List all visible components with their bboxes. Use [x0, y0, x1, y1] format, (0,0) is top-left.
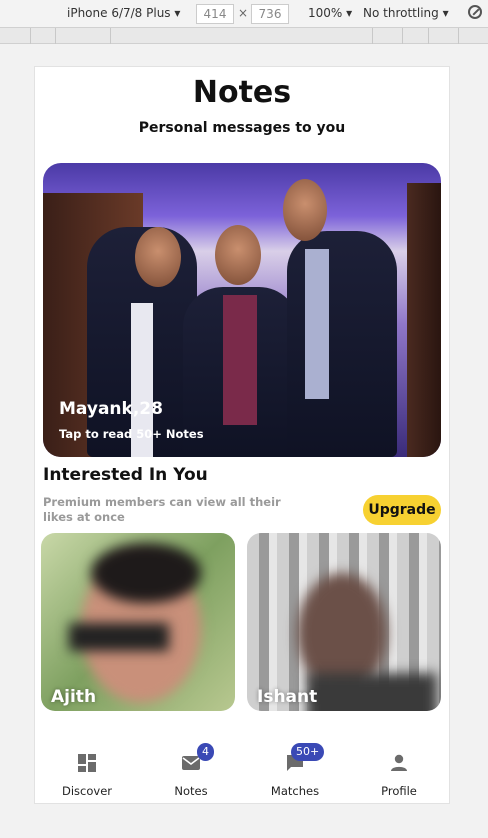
zoom-value: 100%	[308, 6, 343, 20]
blurred-shirt	[307, 673, 437, 711]
nav-label: Matches	[270, 784, 320, 798]
hero-head-right	[283, 179, 327, 241]
upgrade-button[interactable]: Upgrade	[363, 495, 441, 525]
width-input[interactable]: 414	[196, 4, 234, 24]
like-card-name: Ajith	[51, 687, 97, 707]
hero-wall-right	[407, 183, 441, 457]
nav-profile[interactable]: Profile	[347, 743, 449, 803]
media-query-ruler	[0, 28, 488, 44]
featured-profile-card[interactable]: Mayank,28 Tap to read 50+ Notes	[43, 163, 441, 457]
interested-title: Interested In You	[43, 465, 208, 485]
matches-badge: 50+	[291, 743, 325, 761]
rotate-icon[interactable]	[468, 5, 482, 19]
nav-discover[interactable]: Discover	[35, 743, 139, 803]
nav-label: Notes	[174, 784, 208, 798]
page-subtitle: Personal messages to you	[138, 120, 346, 136]
throttling-value: No throttling	[363, 6, 439, 20]
nav-matches[interactable]: 50+ Matches	[243, 743, 347, 803]
times-icon: ×	[238, 6, 249, 20]
hero-person-right	[287, 231, 397, 457]
nav-notes[interactable]: 4 Notes	[139, 743, 243, 803]
like-card-ajith[interactable]: Ajith	[41, 533, 235, 711]
hero-shirt-middle	[223, 295, 257, 425]
hero-head-left	[135, 227, 181, 287]
blurred-hair	[91, 543, 201, 603]
page-title: Notes	[192, 75, 292, 110]
phone-viewport: Notes Personal messages to you Mayank,28…	[34, 66, 450, 804]
height-input[interactable]: 736	[251, 4, 289, 24]
devtools-toolbar: iPhone 6/7/8 Plus ▾ 414 × 736 100% ▾ No …	[0, 0, 488, 28]
featured-name: Mayank,28	[59, 399, 163, 419]
like-card-ishant[interactable]: Ishant	[247, 533, 441, 711]
person-icon	[391, 754, 407, 771]
zoom-select[interactable]: 100% ▾	[308, 6, 352, 20]
device-select[interactable]: iPhone 6/7/8 Plus ▾	[67, 6, 180, 20]
nav-label: Profile	[381, 784, 417, 798]
like-card-name: Ishant	[257, 687, 318, 707]
hero-shirt-right	[305, 249, 329, 399]
bottom-nav: Discover 4 Notes 50+ Matches Profile	[35, 743, 449, 803]
blurred-glasses	[69, 623, 169, 651]
interested-subtitle: Premium members can view all their likes…	[43, 495, 281, 524]
dashboard-icon	[78, 754, 96, 772]
featured-cta: Tap to read 50+ Notes	[59, 427, 204, 441]
nav-label: Discover	[61, 784, 112, 798]
throttling-select[interactable]: No throttling ▾	[363, 6, 449, 20]
hero-head-middle	[215, 225, 261, 285]
notes-badge: 4	[197, 743, 214, 761]
device-name: iPhone 6/7/8 Plus	[67, 6, 171, 20]
